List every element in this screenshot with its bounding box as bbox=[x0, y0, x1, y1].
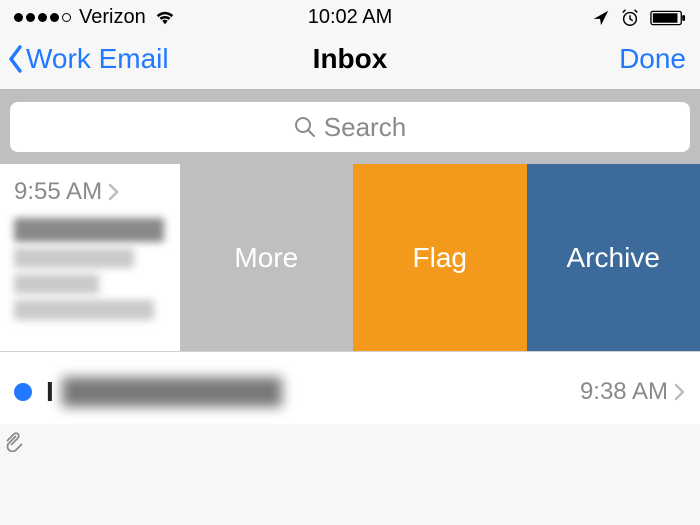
archive-button[interactable]: Archive bbox=[527, 164, 700, 351]
mail-list: 9:55 AM More Flag Archive I 9:38 AM bbox=[0, 164, 700, 424]
back-label: Work Email bbox=[26, 43, 169, 75]
mail-row[interactable]: I 9:38 AM bbox=[0, 352, 700, 424]
status-left: Verizon bbox=[14, 6, 176, 29]
location-icon bbox=[592, 9, 610, 27]
back-button[interactable]: Work Email bbox=[6, 43, 169, 75]
more-button[interactable]: More bbox=[180, 164, 353, 351]
chevron-left-icon bbox=[6, 45, 26, 73]
attachment-icon bbox=[2, 430, 24, 452]
chevron-right-icon bbox=[674, 383, 686, 401]
mail-row-swiped[interactable]: 9:55 AM More Flag Archive bbox=[0, 164, 700, 352]
page-title: Inbox bbox=[313, 43, 388, 75]
mail-row-content: 9:55 AM bbox=[0, 164, 180, 351]
clock-label: 10:02 AM bbox=[308, 6, 393, 29]
mail-preview-redacted bbox=[14, 218, 172, 320]
search-icon bbox=[294, 116, 316, 138]
alarm-icon bbox=[620, 8, 640, 28]
status-bar: Verizon 10:02 AM bbox=[0, 0, 700, 33]
carrier-label: Verizon bbox=[79, 6, 146, 29]
wifi-icon bbox=[154, 9, 176, 27]
search-input[interactable]: Search bbox=[10, 102, 690, 152]
done-button[interactable]: Done bbox=[619, 43, 686, 75]
search-placeholder: Search bbox=[324, 112, 406, 143]
search-bar-container: Search bbox=[0, 90, 700, 164]
mail-time: 9:38 AM bbox=[580, 378, 668, 406]
battery-icon bbox=[650, 10, 686, 26]
mail-time: 9:55 AM bbox=[14, 178, 102, 206]
mail-sender-redacted: I bbox=[46, 376, 580, 408]
status-right bbox=[592, 8, 686, 28]
chevron-right-icon bbox=[108, 183, 120, 201]
unread-indicator-icon bbox=[14, 383, 32, 401]
signal-strength-icon bbox=[14, 13, 71, 22]
flag-button[interactable]: Flag bbox=[353, 164, 526, 351]
nav-bar: Work Email Inbox Done bbox=[0, 33, 700, 90]
